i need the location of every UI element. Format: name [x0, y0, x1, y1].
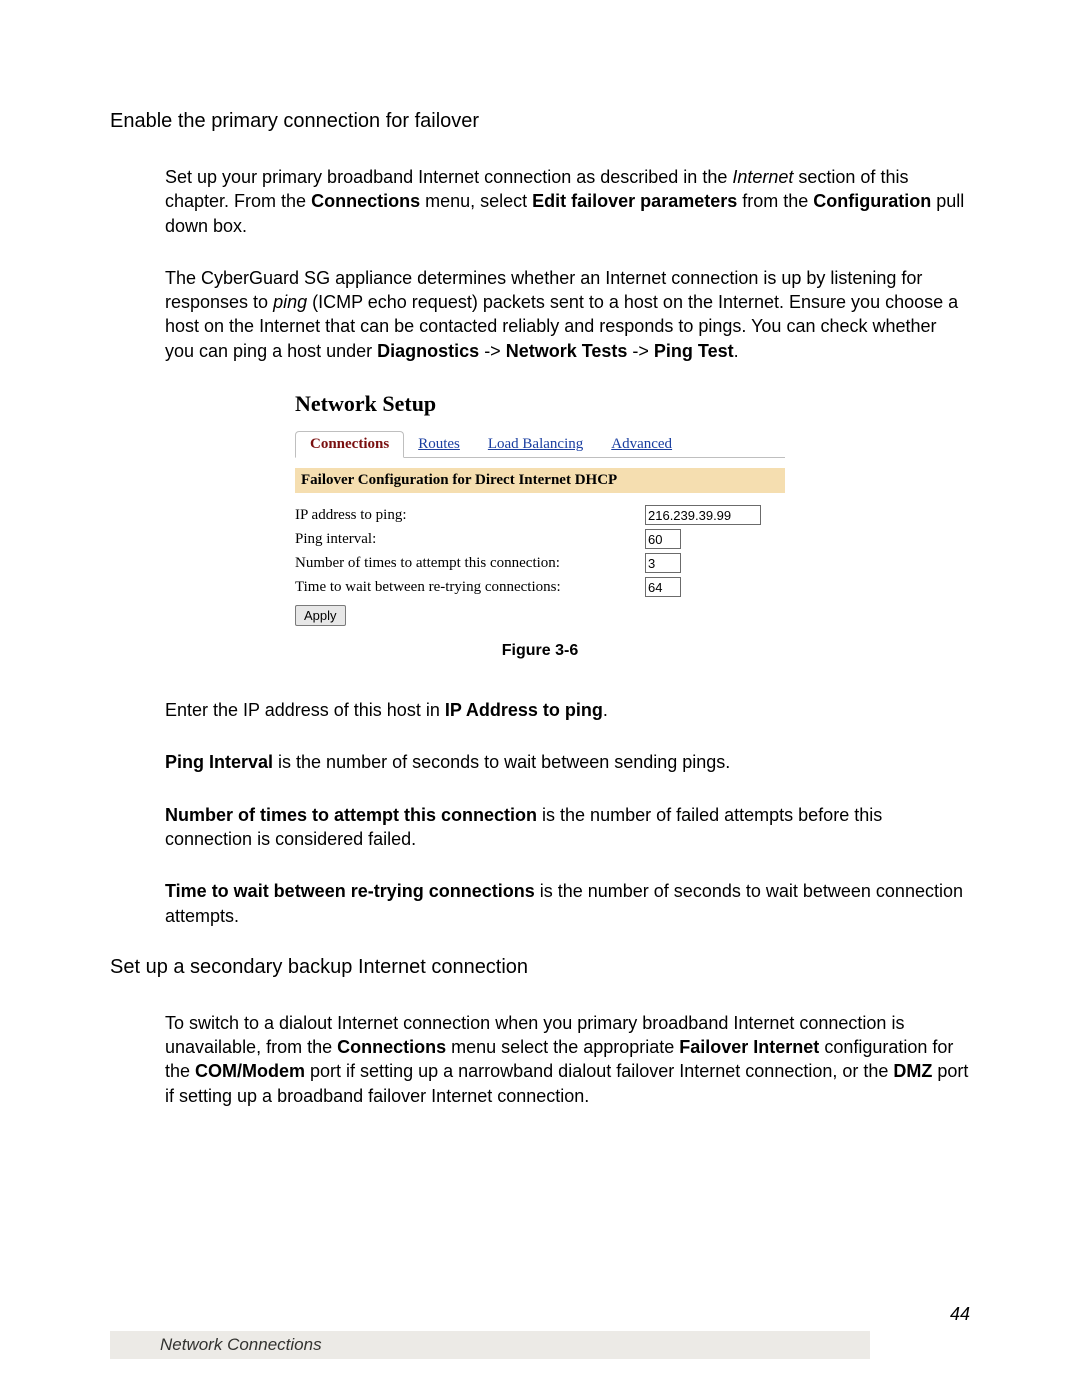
- paragraph-3: Enter the IP address of this host in IP …: [165, 698, 970, 722]
- input-wait-time[interactable]: [645, 577, 681, 597]
- text-bold: Configuration: [813, 191, 931, 211]
- input-ip-address[interactable]: [645, 505, 761, 525]
- text-bold: Number of times to attempt this connecti…: [165, 805, 537, 825]
- tab-advanced[interactable]: Advanced: [597, 432, 686, 457]
- text-bold: Ping Test: [654, 341, 734, 361]
- section-heading-secondary: Set up a secondary backup Internet conne…: [110, 956, 970, 979]
- text-bold: DMZ: [893, 1061, 932, 1081]
- text: ->: [627, 341, 654, 361]
- label-attempts: Number of times to attempt this connecti…: [295, 555, 645, 572]
- text-bold: COM/Modem: [195, 1061, 305, 1081]
- paragraph-7: To switch to a dialout Internet connecti…: [165, 1011, 970, 1108]
- tab-connections[interactable]: Connections: [295, 431, 404, 458]
- text-bold: Connections: [311, 191, 420, 211]
- figure-caption: Figure 3-6: [110, 642, 970, 660]
- page-number: 44: [110, 1304, 970, 1325]
- input-attempts[interactable]: [645, 553, 681, 573]
- text: from the: [737, 191, 813, 211]
- section-header-bar: Failover Configuration for Direct Intern…: [295, 468, 785, 493]
- paragraph-1: Set up your primary broadband Internet c…: [165, 165, 970, 238]
- label-wait-time: Time to wait between re-trying connectio…: [295, 579, 645, 596]
- tabs-row: Connections Routes Load Balancing Advanc…: [295, 431, 785, 458]
- text: ->: [479, 341, 506, 361]
- paragraph-5: Number of times to attempt this connecti…: [165, 803, 970, 852]
- paragraph-4: Ping Interval is the number of seconds t…: [165, 750, 970, 774]
- network-setup-screenshot: Network Setup Connections Routes Load Ba…: [295, 391, 785, 626]
- section-heading-primary: Enable the primary connection for failov…: [110, 110, 970, 133]
- text: menu, select: [420, 191, 532, 211]
- input-ping-interval[interactable]: [645, 529, 681, 549]
- tab-routes[interactable]: Routes: [404, 432, 474, 457]
- text: Set up your primary broadband Internet c…: [165, 167, 732, 187]
- text-bold: Ping Interval: [165, 752, 273, 772]
- footer-title: Network Connections: [110, 1331, 870, 1359]
- tab-load-balancing[interactable]: Load Balancing: [474, 432, 597, 457]
- label-ping-interval: Ping interval:: [295, 531, 645, 548]
- text-bold: Edit failover parameters: [532, 191, 737, 211]
- text-italic: ping: [273, 292, 307, 312]
- text-bold: Failover Internet: [679, 1037, 819, 1057]
- text: menu select the appropriate: [446, 1037, 679, 1057]
- text-bold: IP Address to ping: [445, 700, 603, 720]
- text-bold: Time to wait between re-trying connectio…: [165, 881, 535, 901]
- text-bold: Diagnostics: [377, 341, 479, 361]
- text: .: [734, 341, 739, 361]
- figure-container: Network Setup Connections Routes Load Ba…: [110, 391, 970, 626]
- page-footer: 44 Network Connections: [110, 1304, 970, 1359]
- text: .: [603, 700, 608, 720]
- paragraph-6: Time to wait between re-trying connectio…: [165, 879, 970, 928]
- text-bold: Network Tests: [506, 341, 628, 361]
- form-table: IP address to ping: Ping interval: Numbe…: [295, 505, 785, 626]
- text: port if setting up a narrowband dialout …: [305, 1061, 893, 1081]
- paragraph-2: The CyberGuard SG appliance determines w…: [165, 266, 970, 363]
- text-italic: Internet: [732, 167, 793, 187]
- text: is the number of seconds to wait between…: [273, 752, 730, 772]
- text: Enter the IP address of this host in: [165, 700, 445, 720]
- label-ip-address: IP address to ping:: [295, 507, 645, 524]
- apply-button[interactable]: Apply: [295, 605, 346, 626]
- text-bold: Connections: [337, 1037, 446, 1057]
- figure-title: Network Setup: [295, 391, 785, 417]
